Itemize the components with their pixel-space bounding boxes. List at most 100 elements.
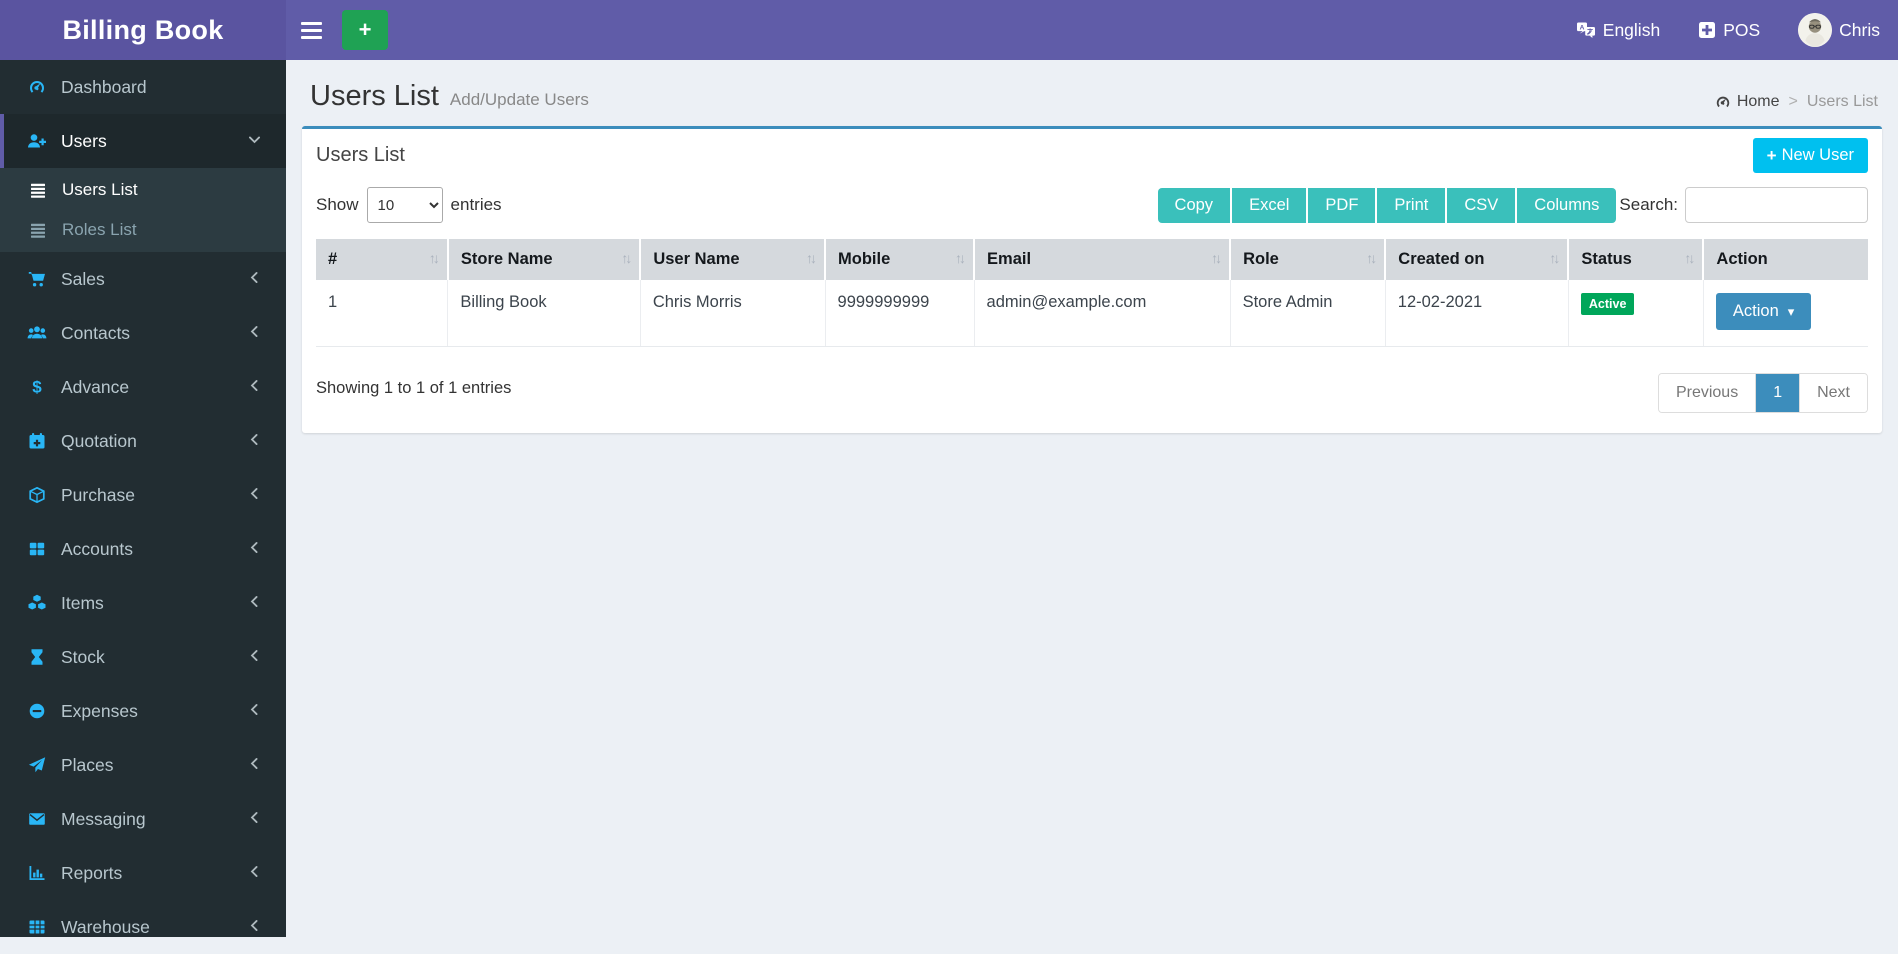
language-menu[interactable]: A English xyxy=(1576,20,1660,41)
hamburger-menu-icon[interactable] xyxy=(286,0,336,60)
export-columns-button[interactable]: Columns xyxy=(1517,187,1617,223)
sidebar-item-users[interactable]: Users xyxy=(0,114,286,168)
sidebar-subitem-roles-list[interactable]: Roles List xyxy=(0,210,286,250)
sort-icon[interactable]: ↑↓ xyxy=(621,250,632,266)
pos-button[interactable]: POS xyxy=(1698,20,1760,41)
language-label: English xyxy=(1602,19,1661,40)
column-header-label: User Name xyxy=(653,250,740,268)
user-plus-icon xyxy=(26,132,48,150)
export-print-button[interactable]: Print xyxy=(1377,187,1448,223)
cell-action: Action ▾ xyxy=(1703,280,1868,347)
column-header-label: Mobile xyxy=(838,250,891,268)
sidebar-item-places[interactable]: Places xyxy=(0,738,286,792)
sidebar-subitem-users-list[interactable]: Users List xyxy=(0,170,286,210)
card-title: Users List xyxy=(316,144,405,166)
column-header-status[interactable]: ↑↓ Status xyxy=(1567,239,1705,280)
sidebar-item-label: Reports xyxy=(61,862,123,883)
pagination-page-1-button[interactable]: 1 xyxy=(1756,373,1801,412)
export-pdf-button[interactable]: PDF xyxy=(1308,187,1378,223)
pagination-previous-button[interactable]: Previous xyxy=(1658,373,1757,412)
pagination-next-button[interactable]: Next xyxy=(1800,373,1867,412)
sidebar-item-label: Purchase xyxy=(61,484,135,505)
column-header--[interactable]: ↑↓ # xyxy=(316,239,449,280)
breadcrumb: Home > Users List xyxy=(1715,93,1878,111)
action-dropdown-button[interactable]: Action ▾ xyxy=(1715,293,1812,330)
breadcrumb-separator: > xyxy=(1788,93,1798,110)
sort-icon[interactable]: ↑↓ xyxy=(1549,250,1560,266)
sidebar-item-advance[interactable]: $ Advance xyxy=(0,360,286,414)
sidebar-item-items[interactable]: Items xyxy=(0,576,286,630)
column-header-role[interactable]: ↑↓ Role xyxy=(1229,239,1387,280)
export-csv-button[interactable]: CSV xyxy=(1447,187,1518,223)
column-header-user-name[interactable]: ↑↓ User Name xyxy=(639,239,827,280)
sidebar-item-expenses[interactable]: Expenses xyxy=(0,684,286,738)
column-header-action[interactable]: Action xyxy=(1702,239,1868,280)
caret-down-icon: ▾ xyxy=(1787,303,1795,319)
app-logo[interactable]: Billing Book xyxy=(0,0,286,60)
export-excel-button[interactable]: Excel xyxy=(1232,187,1309,223)
sidebar-item-sales[interactable]: Sales xyxy=(0,252,286,306)
sort-icon[interactable]: ↑↓ xyxy=(1211,250,1222,266)
sidebar-subitem-label: Roles List xyxy=(62,220,137,239)
column-header-label: Email xyxy=(987,250,1032,268)
sidebar: Billing Book Dashboard Users Users List Rol… xyxy=(0,0,286,937)
table-header-row: ↑↓ # ↑↓ Store Name ↑↓ User Name ↑↓ Mobile ↑↓ Emai… xyxy=(316,239,1868,280)
table-toolbar: Show 10 entries Copy Excel PDF Print CSV Colu… xyxy=(302,179,1882,239)
chevron-left-icon xyxy=(247,377,262,398)
sort-icon[interactable]: ↑↓ xyxy=(1684,250,1695,266)
sidebar-item-accounts[interactable]: Accounts xyxy=(0,522,286,576)
user-menu[interactable]: Chris xyxy=(1798,13,1880,47)
sidebar-item-label: Users xyxy=(61,130,107,151)
plus-icon: + xyxy=(358,17,372,42)
column-header-store-name[interactable]: ↑↓ Store Name xyxy=(446,239,642,280)
sort-icon[interactable]: ↑↓ xyxy=(429,250,440,266)
column-header-email[interactable]: ↑↓ Email xyxy=(973,239,1232,280)
sidebar-item-label: Quotation xyxy=(61,430,137,451)
content-header: Users List Add/Update Users Home > Users… xyxy=(286,60,1898,126)
topnav-right: A English POS Chris xyxy=(1576,13,1880,47)
sidebar-item-purchase[interactable]: Purchase xyxy=(0,468,286,522)
column-header-created-on[interactable]: ↑↓ Created on xyxy=(1384,239,1570,280)
breadcrumb-current: Users List xyxy=(1806,93,1878,110)
sidebar-item-contacts[interactable]: Contacts xyxy=(0,306,286,360)
column-header-label: Store Name xyxy=(460,250,553,268)
entries-label: entries xyxy=(450,195,502,214)
cell-role: Store Admin xyxy=(1230,280,1386,347)
sort-icon[interactable]: ↑↓ xyxy=(806,250,817,266)
sidebar-item-label: Advance xyxy=(61,376,130,397)
sort-icon[interactable]: ↑↓ xyxy=(955,250,966,266)
sidebar-item-stock[interactable]: Stock xyxy=(0,630,286,684)
grid-icon xyxy=(26,540,48,558)
sidebar-subitem-label: Users List xyxy=(62,180,138,199)
chevron-left-icon xyxy=(247,431,262,452)
sidebar-item-label: Warehouse xyxy=(61,916,150,937)
new-user-button[interactable]: + New User xyxy=(1752,138,1868,173)
hourglass-icon xyxy=(26,648,48,666)
sidebar-item-warehouse[interactable]: Warehouse xyxy=(0,900,286,954)
card-header: Users List + New User xyxy=(302,129,1882,179)
column-header-label: Created on xyxy=(1398,250,1485,268)
plus-icon: + xyxy=(1766,146,1777,165)
minus-circle-icon xyxy=(26,702,48,720)
export-copy-button[interactable]: Copy xyxy=(1157,187,1233,223)
sidebar-item-dashboard[interactable]: Dashboard xyxy=(0,60,286,114)
show-label: Show xyxy=(316,195,359,214)
sidebar-item-quotation[interactable]: Quotation xyxy=(0,414,286,468)
breadcrumb-home[interactable]: Home xyxy=(1715,93,1780,111)
gauge-icon xyxy=(26,78,48,96)
chevron-left-icon xyxy=(247,485,262,506)
sort-icon[interactable]: ↑↓ xyxy=(1366,250,1377,266)
column-header-label: # xyxy=(328,250,338,268)
sidebar-item-label: Places xyxy=(61,754,114,775)
chevron-left-icon xyxy=(247,917,262,938)
sidebar-item-messaging[interactable]: Messaging xyxy=(0,792,286,846)
users-list-card: Users List + New User Show 10 entries Co… xyxy=(302,126,1882,433)
column-header-mobile[interactable]: ↑↓ Mobile xyxy=(824,239,976,280)
sidebar-item-label: Messaging xyxy=(61,808,146,829)
quick-add-button[interactable]: + xyxy=(342,10,388,50)
search-input[interactable] xyxy=(1685,187,1868,223)
sidebar-item-reports[interactable]: Reports xyxy=(0,846,286,900)
pagination: Previous 1 Next xyxy=(1657,372,1868,413)
page-length-select[interactable]: 10 xyxy=(366,187,443,223)
page-subtitle: Add/Update Users xyxy=(449,90,589,109)
